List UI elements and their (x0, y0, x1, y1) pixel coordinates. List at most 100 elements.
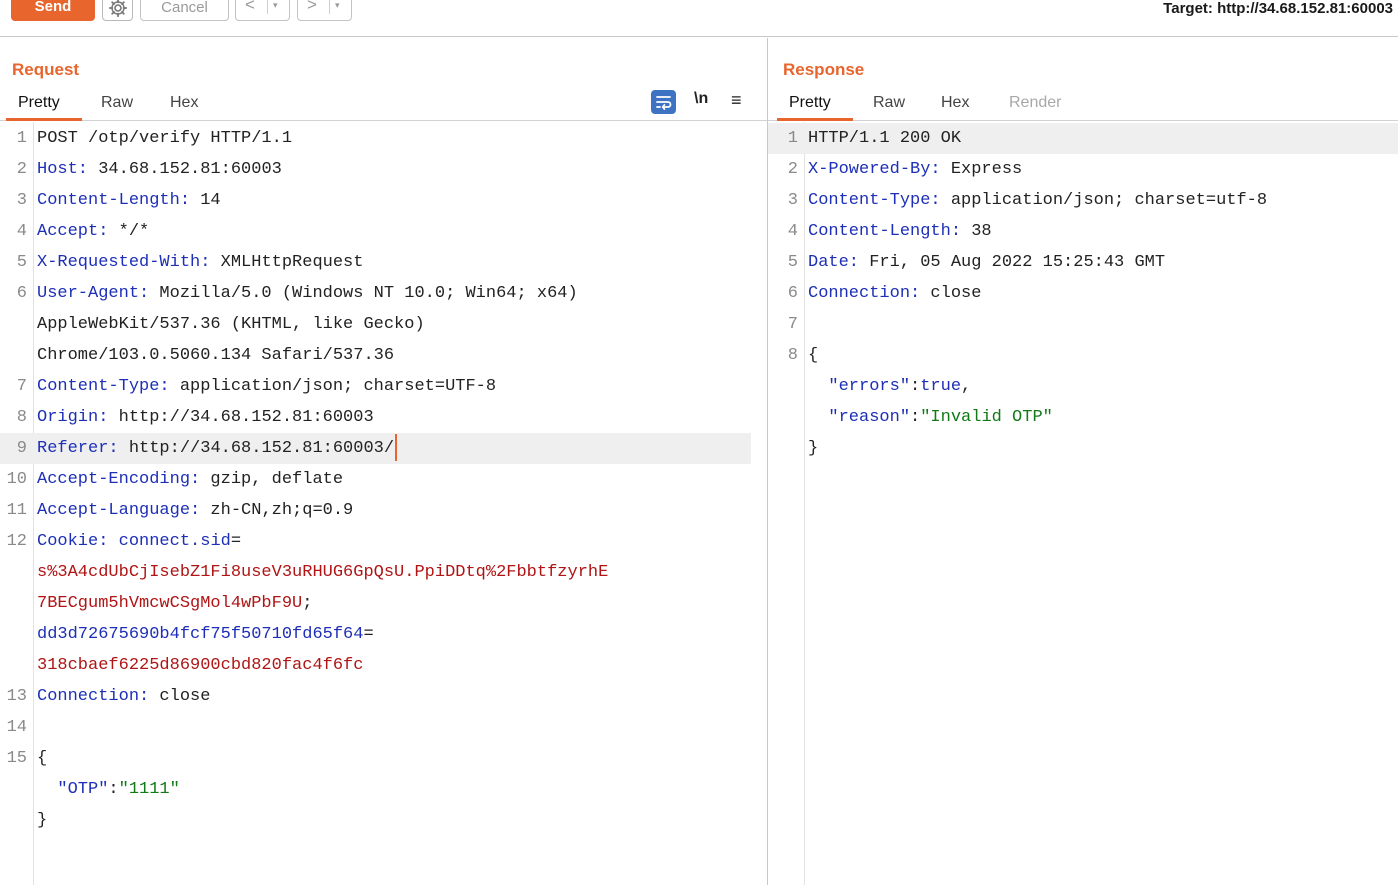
tab-raw[interactable]: Raw (101, 94, 133, 112)
code-line[interactable]: 1 HTTP/1.1 200 OK (768, 123, 1398, 154)
send-button[interactable]: Send (11, 0, 95, 21)
code-token: 34.68.152.81:60003 (88, 160, 282, 179)
forward-button[interactable]: > ▾ (297, 0, 352, 21)
code-line[interactable]: 4 Accept: */* (0, 216, 751, 247)
code-token: User-Agent: (37, 284, 150, 303)
code-text: Accept: */* (37, 216, 149, 247)
code-line[interactable]: 1 POST /otp/verify HTTP/1.1 (0, 123, 751, 154)
divider (329, 0, 330, 14)
code-token: "Invalid OTP" (920, 408, 1053, 427)
code-line[interactable]: 6 User-Agent: Mozilla/5.0 (Windows NT 10.… (0, 278, 751, 309)
code-line[interactable]: AppleWebKit/537.36 (KHTML, like Gecko) (0, 309, 751, 340)
code-token: Content-Length: (808, 222, 962, 241)
settings-button[interactable] (102, 0, 133, 21)
code-token: "OTP" (57, 780, 109, 799)
code-line[interactable]: 2 X-Powered-By: Express (768, 154, 1398, 185)
tab-hex[interactable]: Hex (941, 94, 969, 112)
active-tab-indicator (777, 118, 853, 121)
line-number: 9 (16, 439, 27, 458)
code-line[interactable]: 2 Host: 34.68.152.81:60003 (0, 154, 751, 185)
line-number: 13 (6, 687, 27, 706)
code-line[interactable]: 12 Cookie: connect.sid= (0, 526, 751, 557)
code-token: HTTP/1.1 200 OK (808, 129, 962, 148)
back-button[interactable]: < ▾ (235, 0, 290, 21)
tab-render[interactable]: Render (1009, 94, 1061, 112)
code-line[interactable]: 9 Referer: http://34.68.152.81:60003/ (0, 433, 751, 464)
code-line[interactable]: 15 { (0, 743, 751, 774)
line-number: 12 (6, 532, 27, 551)
code-token: */* (108, 222, 150, 241)
code-text: X-Requested-With: XMLHttpRequest (37, 247, 363, 278)
code-token: zh-CN,zh;q=0.9 (200, 501, 354, 520)
line-number: 10 (6, 470, 27, 489)
chevron-down-icon[interactable]: ▾ (273, 0, 278, 11)
code-line[interactable]: 13 Connection: close (0, 681, 751, 712)
code-line[interactable]: 318cbaef6225d86900cbd820fac4f6fc (0, 650, 751, 681)
code-token: XMLHttpRequest (210, 253, 364, 272)
show-newlines-button[interactable]: \n (694, 90, 708, 108)
code-token: 38 (961, 222, 992, 241)
chevron-down-icon[interactable]: ▾ (335, 0, 340, 11)
code-line[interactable]: 8{ (768, 340, 1398, 371)
code-line[interactable]: 11 Accept-Language: zh-CN,zh;q=0.9 (0, 495, 751, 526)
line-number: 8 (16, 408, 27, 427)
code-line[interactable]: } (768, 433, 1398, 464)
line-number: 3 (16, 191, 27, 210)
code-text: } (808, 433, 818, 464)
code-token: ; (302, 594, 313, 613)
tab-raw[interactable]: Raw (873, 94, 905, 112)
code-token: AppleWebKit/537.36 (KHTML, like Gecko) (37, 315, 425, 334)
code-line[interactable]: "OTP":"1111" (0, 774, 751, 805)
target-label[interactable]: Target: http://34.68.152.81:60003 (1163, 0, 1393, 17)
code-line[interactable]: Chrome/103.0.5060.134 Safari/537.36 (0, 340, 751, 371)
line-number: 6 (16, 284, 27, 303)
code-line[interactable]: 14 (0, 712, 751, 743)
code-line[interactable]: dd3d72675690b4fcf75f50710fd65f64= (0, 619, 751, 650)
code-text: { (37, 743, 47, 774)
cancel-button[interactable]: Cancel (140, 0, 229, 21)
code-text: Origin: http://34.68.152.81:60003 (37, 402, 374, 433)
line-number: 7 (16, 377, 27, 396)
code-token: "1111" (118, 780, 180, 799)
menu-icon[interactable]: ≡ (731, 90, 742, 111)
code-line[interactable]: 4 Content-Length: 38 (768, 216, 1398, 247)
code-token: Cookie: (37, 532, 109, 551)
code-token: Content-Type: (37, 377, 170, 396)
code-text: Date: Fri, 05 Aug 2022 15:25:43 GMT (808, 247, 1165, 278)
code-line[interactable]: "reason":"Invalid OTP" (768, 402, 1398, 433)
code-token: 318cbaef6225d86900cbd820fac4f6fc (37, 656, 364, 675)
code-line[interactable]: 7BECgum5hVmcwCSgMol4wPbF9U; (0, 588, 751, 619)
code-line[interactable]: 7 Content-Type: application/json; charset… (0, 371, 751, 402)
code-line[interactable]: "errors":true, (768, 371, 1398, 402)
code-token: : (910, 408, 921, 427)
code-line[interactable]: 8 Origin: http://34.68.152.81:60003 (0, 402, 751, 433)
response-editor[interactable]: 1 HTTP/1.1 200 OK 2 X-Powered-By: Express 3 C… (768, 122, 1398, 885)
code-token: Origin: (37, 408, 109, 427)
wrap-lines-button[interactable] (651, 90, 676, 114)
code-token: } (808, 439, 819, 458)
code-text: "errors":true, (808, 371, 971, 402)
code-line[interactable]: 10 Accept-Encoding: gzip, deflate (0, 464, 751, 495)
code-token: = (363, 625, 374, 644)
code-line[interactable]: } (0, 805, 751, 836)
code-text: AppleWebKit/537.36 (KHTML, like Gecko) (37, 309, 425, 340)
code-text: Content-Length: 14 (37, 185, 221, 216)
code-line[interactable]: 5 Date: Fri, 05 Aug 2022 15:25:43 GMT (768, 247, 1398, 278)
tab-pretty[interactable]: Pretty (789, 94, 831, 112)
tab-pretty[interactable]: Pretty (18, 94, 60, 112)
code-line[interactable]: 3 Content-Length: 14 (0, 185, 751, 216)
request-editor[interactable]: 1 POST /otp/verify HTTP/1.1 2 Host: 34.68.1… (0, 122, 767, 885)
code-line[interactable]: 5 X-Requested-With: XMLHttpRequest (0, 247, 751, 278)
line-number: 8 (787, 346, 798, 365)
code-line[interactable]: 6 Connection: close (768, 278, 1398, 309)
line-number: 2 (787, 160, 798, 179)
code-token: s%3A4cdUbCjIsebZ1Fi8useV3uRHUG6GpQsU.Ppi… (37, 563, 609, 582)
tab-hex[interactable]: Hex (170, 94, 198, 112)
code-token: : (108, 780, 119, 799)
line-number: 11 (6, 501, 27, 520)
code-line[interactable]: 3 Content-Type: application/json; charset… (768, 185, 1398, 216)
code-line[interactable]: 7 (768, 309, 1398, 340)
back-arrow-icon: < (245, 0, 255, 14)
code-line[interactable]: s%3A4cdUbCjIsebZ1Fi8useV3uRHUG6GpQsU.Ppi… (0, 557, 751, 588)
